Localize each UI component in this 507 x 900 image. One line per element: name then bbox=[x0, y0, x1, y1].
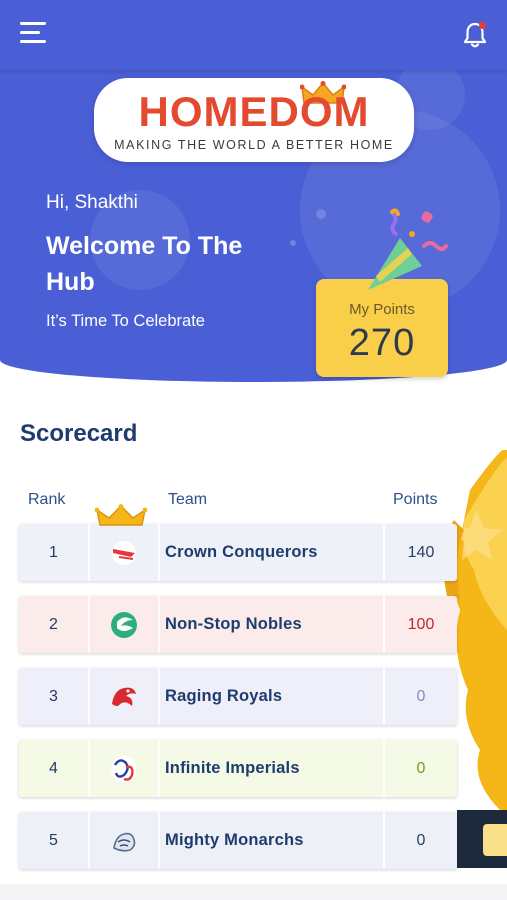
row-team-name: Crown Conquerors bbox=[160, 524, 385, 581]
row-points: 0 bbox=[416, 831, 426, 849]
footer-strip bbox=[0, 884, 507, 900]
my-points-label: My Points bbox=[349, 301, 415, 318]
mighty-monarchs-logo bbox=[90, 812, 160, 869]
top-app-bar bbox=[0, 0, 507, 70]
raging-royals-logo bbox=[90, 668, 160, 725]
row-points: 0 bbox=[416, 687, 426, 705]
table-row[interactable]: 3 Raging Royals 0 bbox=[19, 668, 457, 725]
greeting-text: Hi, Shakthi bbox=[46, 192, 138, 213]
table-row[interactable]: 1 Crown Conquerors 140 bbox=[19, 504, 457, 581]
row-team-name: Mighty Monarchs bbox=[160, 812, 385, 869]
brand-logo: HOMEDOM MAKING THE WORLD A BETTER HOME bbox=[94, 78, 414, 162]
notification-dot bbox=[478, 21, 487, 30]
infinite-imperials-logo bbox=[90, 740, 160, 797]
table-row[interactable]: 5 Mighty Monarchs 0 bbox=[19, 812, 457, 869]
dark-footer-block bbox=[457, 810, 507, 868]
crown-conquerors-logo bbox=[90, 524, 160, 581]
column-header-points: Points bbox=[393, 491, 438, 508]
row-rank: 3 bbox=[19, 668, 90, 725]
row-team-name: Raging Royals bbox=[160, 668, 385, 725]
scorecard-title: Scorecard bbox=[20, 420, 138, 447]
notification-bell-icon[interactable] bbox=[461, 20, 489, 50]
brand-tagline: MAKING THE WORLD A BETTER HOME bbox=[114, 138, 394, 152]
party-popper-icon bbox=[368, 208, 448, 290]
row-rank: 4 bbox=[19, 740, 90, 797]
scorecard-table: 1 Crown Conquerors 140 2 Non-Stop Nobles… bbox=[19, 504, 457, 884]
row-points: 0 bbox=[416, 759, 426, 777]
column-header-team: Team bbox=[168, 491, 208, 508]
table-row[interactable]: 2 Non-Stop Nobles 100 bbox=[19, 596, 457, 653]
row-rank: 1 bbox=[19, 524, 90, 581]
row-team-name: Infinite Imperials bbox=[160, 740, 385, 797]
row-rank: 2 bbox=[19, 596, 90, 653]
column-header-rank: Rank bbox=[28, 491, 66, 508]
leader-crown-icon bbox=[95, 504, 147, 526]
hamburger-menu-icon[interactable] bbox=[20, 22, 48, 48]
row-team-name: Non-Stop Nobles bbox=[160, 596, 385, 653]
celebrate-subtitle: It’s Time To Celebrate bbox=[46, 312, 205, 330]
row-rank: 5 bbox=[19, 812, 90, 869]
my-points-value: 270 bbox=[348, 322, 416, 364]
table-row[interactable]: 4 Infinite Imperials 0 bbox=[19, 740, 457, 797]
brand-name: HOMEDOM bbox=[138, 88, 370, 135]
welcome-heading: Welcome To The Hub bbox=[46, 232, 243, 296]
row-points: 100 bbox=[407, 615, 435, 633]
row-points: 140 bbox=[407, 543, 435, 561]
non-stop-nobles-logo bbox=[90, 596, 160, 653]
